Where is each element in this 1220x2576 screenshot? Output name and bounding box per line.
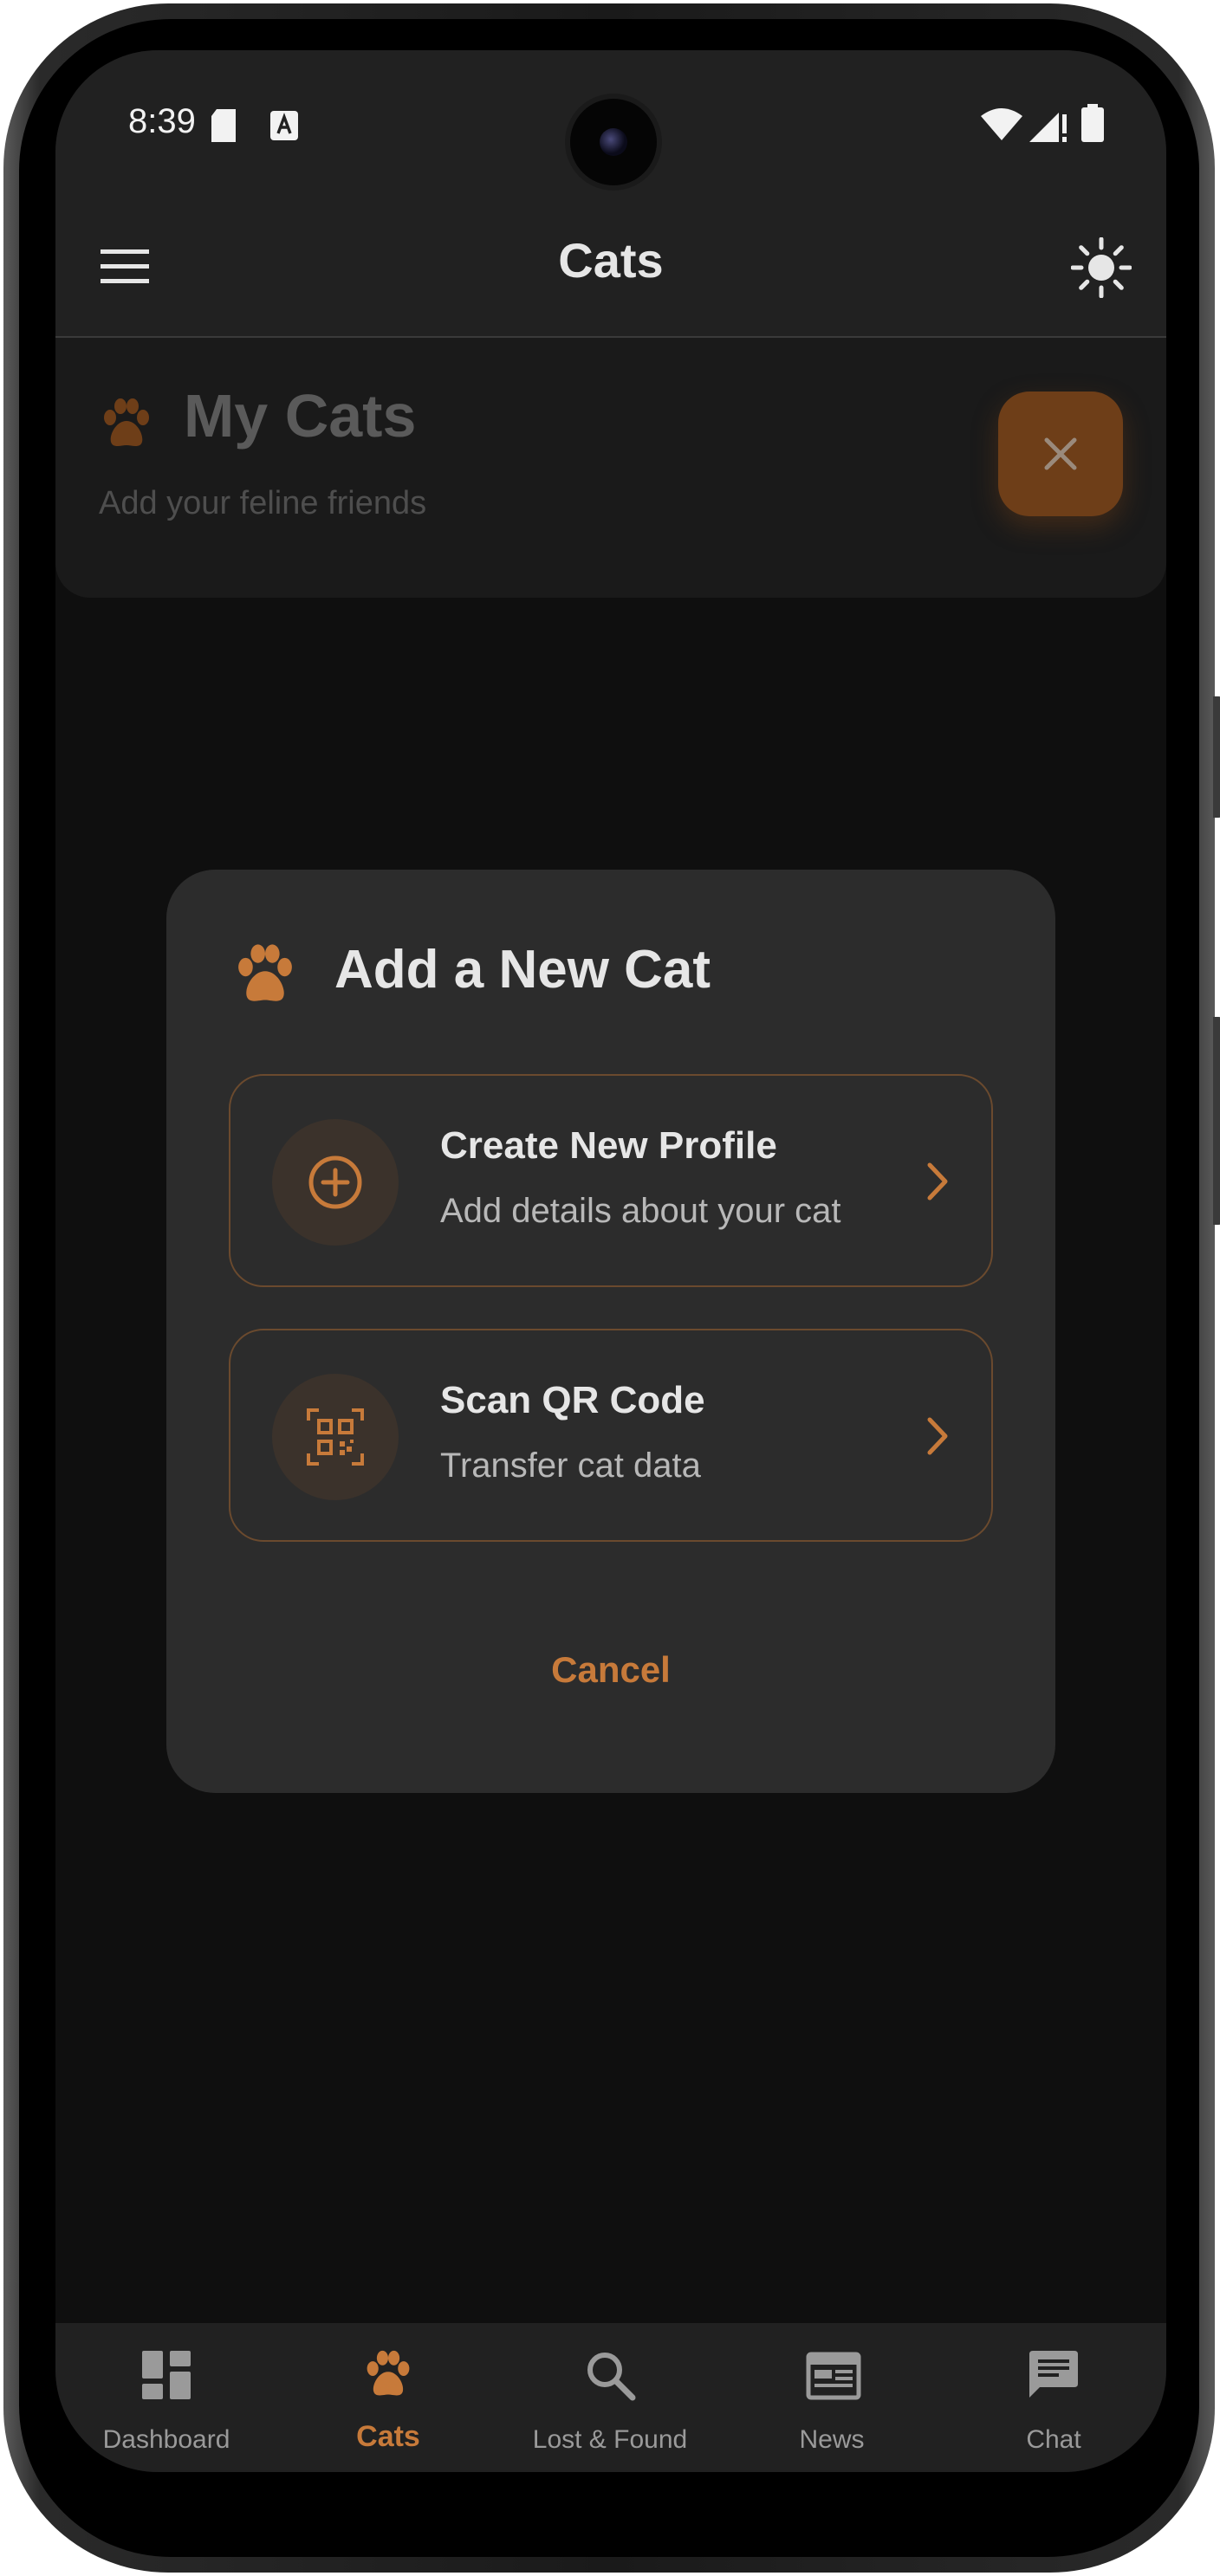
search-icon [587,2353,636,2401]
cell-signal-icon [1029,113,1067,142]
sd-card-icon [211,109,236,142]
chat-icon [1029,2351,1078,2398]
battery-icon [1081,104,1104,142]
nav-item-dashboard[interactable]: Dashboard [55,2323,277,2472]
nav-item-news[interactable]: News [721,2323,943,2472]
app-bar-title: Cats [558,233,664,288]
close-fab-button[interactable] [998,392,1123,516]
cancel-button[interactable]: Cancel [166,1649,1055,1691]
phone-frame: 8:39 Cats My Cats Add your feline friend… [3,3,1220,2573]
qr-code-icon [307,1408,364,1466]
my-cats-subtitle: Add your feline friends [99,485,427,521]
volume-button [1213,696,1220,818]
option-title: Scan QR Code [440,1379,705,1421]
sun-icon[interactable] [1071,237,1132,298]
nav-label: Lost & Found [532,2425,688,2454]
nav-label: Cats [356,2420,420,2453]
news-icon [806,2352,861,2400]
scan-qr-code-option[interactable]: Scan QR Code Transfer cat data [229,1329,993,1542]
option-title: Create New Profile [440,1124,777,1167]
front-camera [570,99,657,185]
power-button [1213,1017,1220,1225]
paw-icon [104,398,149,446]
dialog-title: Add a New Cat [334,940,711,1000]
bottom-navigation: Dashboard Cats Lost & Found News Chat [55,2323,1166,2472]
nav-label: Chat [1026,2425,1081,2454]
text-a-icon [270,111,298,140]
nav-label: Dashboard [102,2425,230,2454]
nav-label: News [799,2425,865,2454]
close-icon [1044,437,1077,470]
option-subtitle: Transfer cat data [440,1447,701,1485]
dashboard-icon [142,2351,191,2399]
option-icon-background [272,1374,399,1500]
plus-circle-icon [308,1155,362,1209]
screen: 8:39 Cats My Cats Add your feline friend… [55,50,1166,2472]
create-new-profile-option[interactable]: Create New Profile Add details about you… [229,1074,993,1287]
chevron-right-icon [927,1162,948,1201]
nav-item-lost-found[interactable]: Lost & Found [499,2323,721,2472]
chevron-right-icon [927,1417,948,1455]
nav-item-chat[interactable]: Chat [943,2323,1165,2472]
paw-icon [238,944,292,1001]
status-time: 8:39 [128,102,196,140]
option-subtitle: Add details about your cat [440,1192,841,1230]
wifi-icon [981,108,1022,140]
option-icon-background [272,1119,399,1246]
status-bar: 8:39 [55,50,1166,197]
nav-item-cats[interactable]: Cats [277,2323,499,2472]
paw-icon [367,2350,410,2396]
add-cat-dialog: Add a New Cat Create New Profile Add det… [166,870,1055,1793]
app-bar: Cats [55,197,1166,338]
my-cats-title: My Cats [184,382,417,450]
